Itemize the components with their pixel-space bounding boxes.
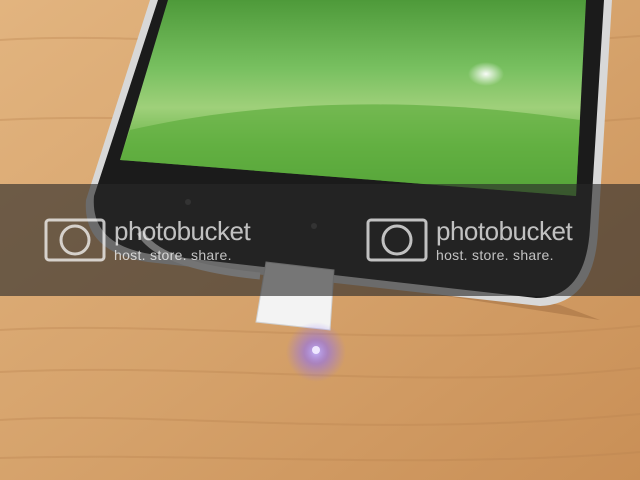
- camera-icon: [44, 218, 106, 262]
- watermark-tagline: host. store. share.: [114, 247, 232, 263]
- led-light: [312, 346, 320, 354]
- watermark-tagline: host. store. share.: [436, 247, 554, 263]
- screen-light-spot: [468, 62, 504, 86]
- photobucket-watermark: photobucket host. store. share.: [44, 216, 251, 264]
- watermark-brand: photobucket: [436, 216, 573, 246]
- watermark-brand: photobucket: [114, 216, 251, 246]
- camera-icon: [366, 218, 428, 262]
- photobucket-watermark: photobucket host. store. share.: [366, 216, 573, 264]
